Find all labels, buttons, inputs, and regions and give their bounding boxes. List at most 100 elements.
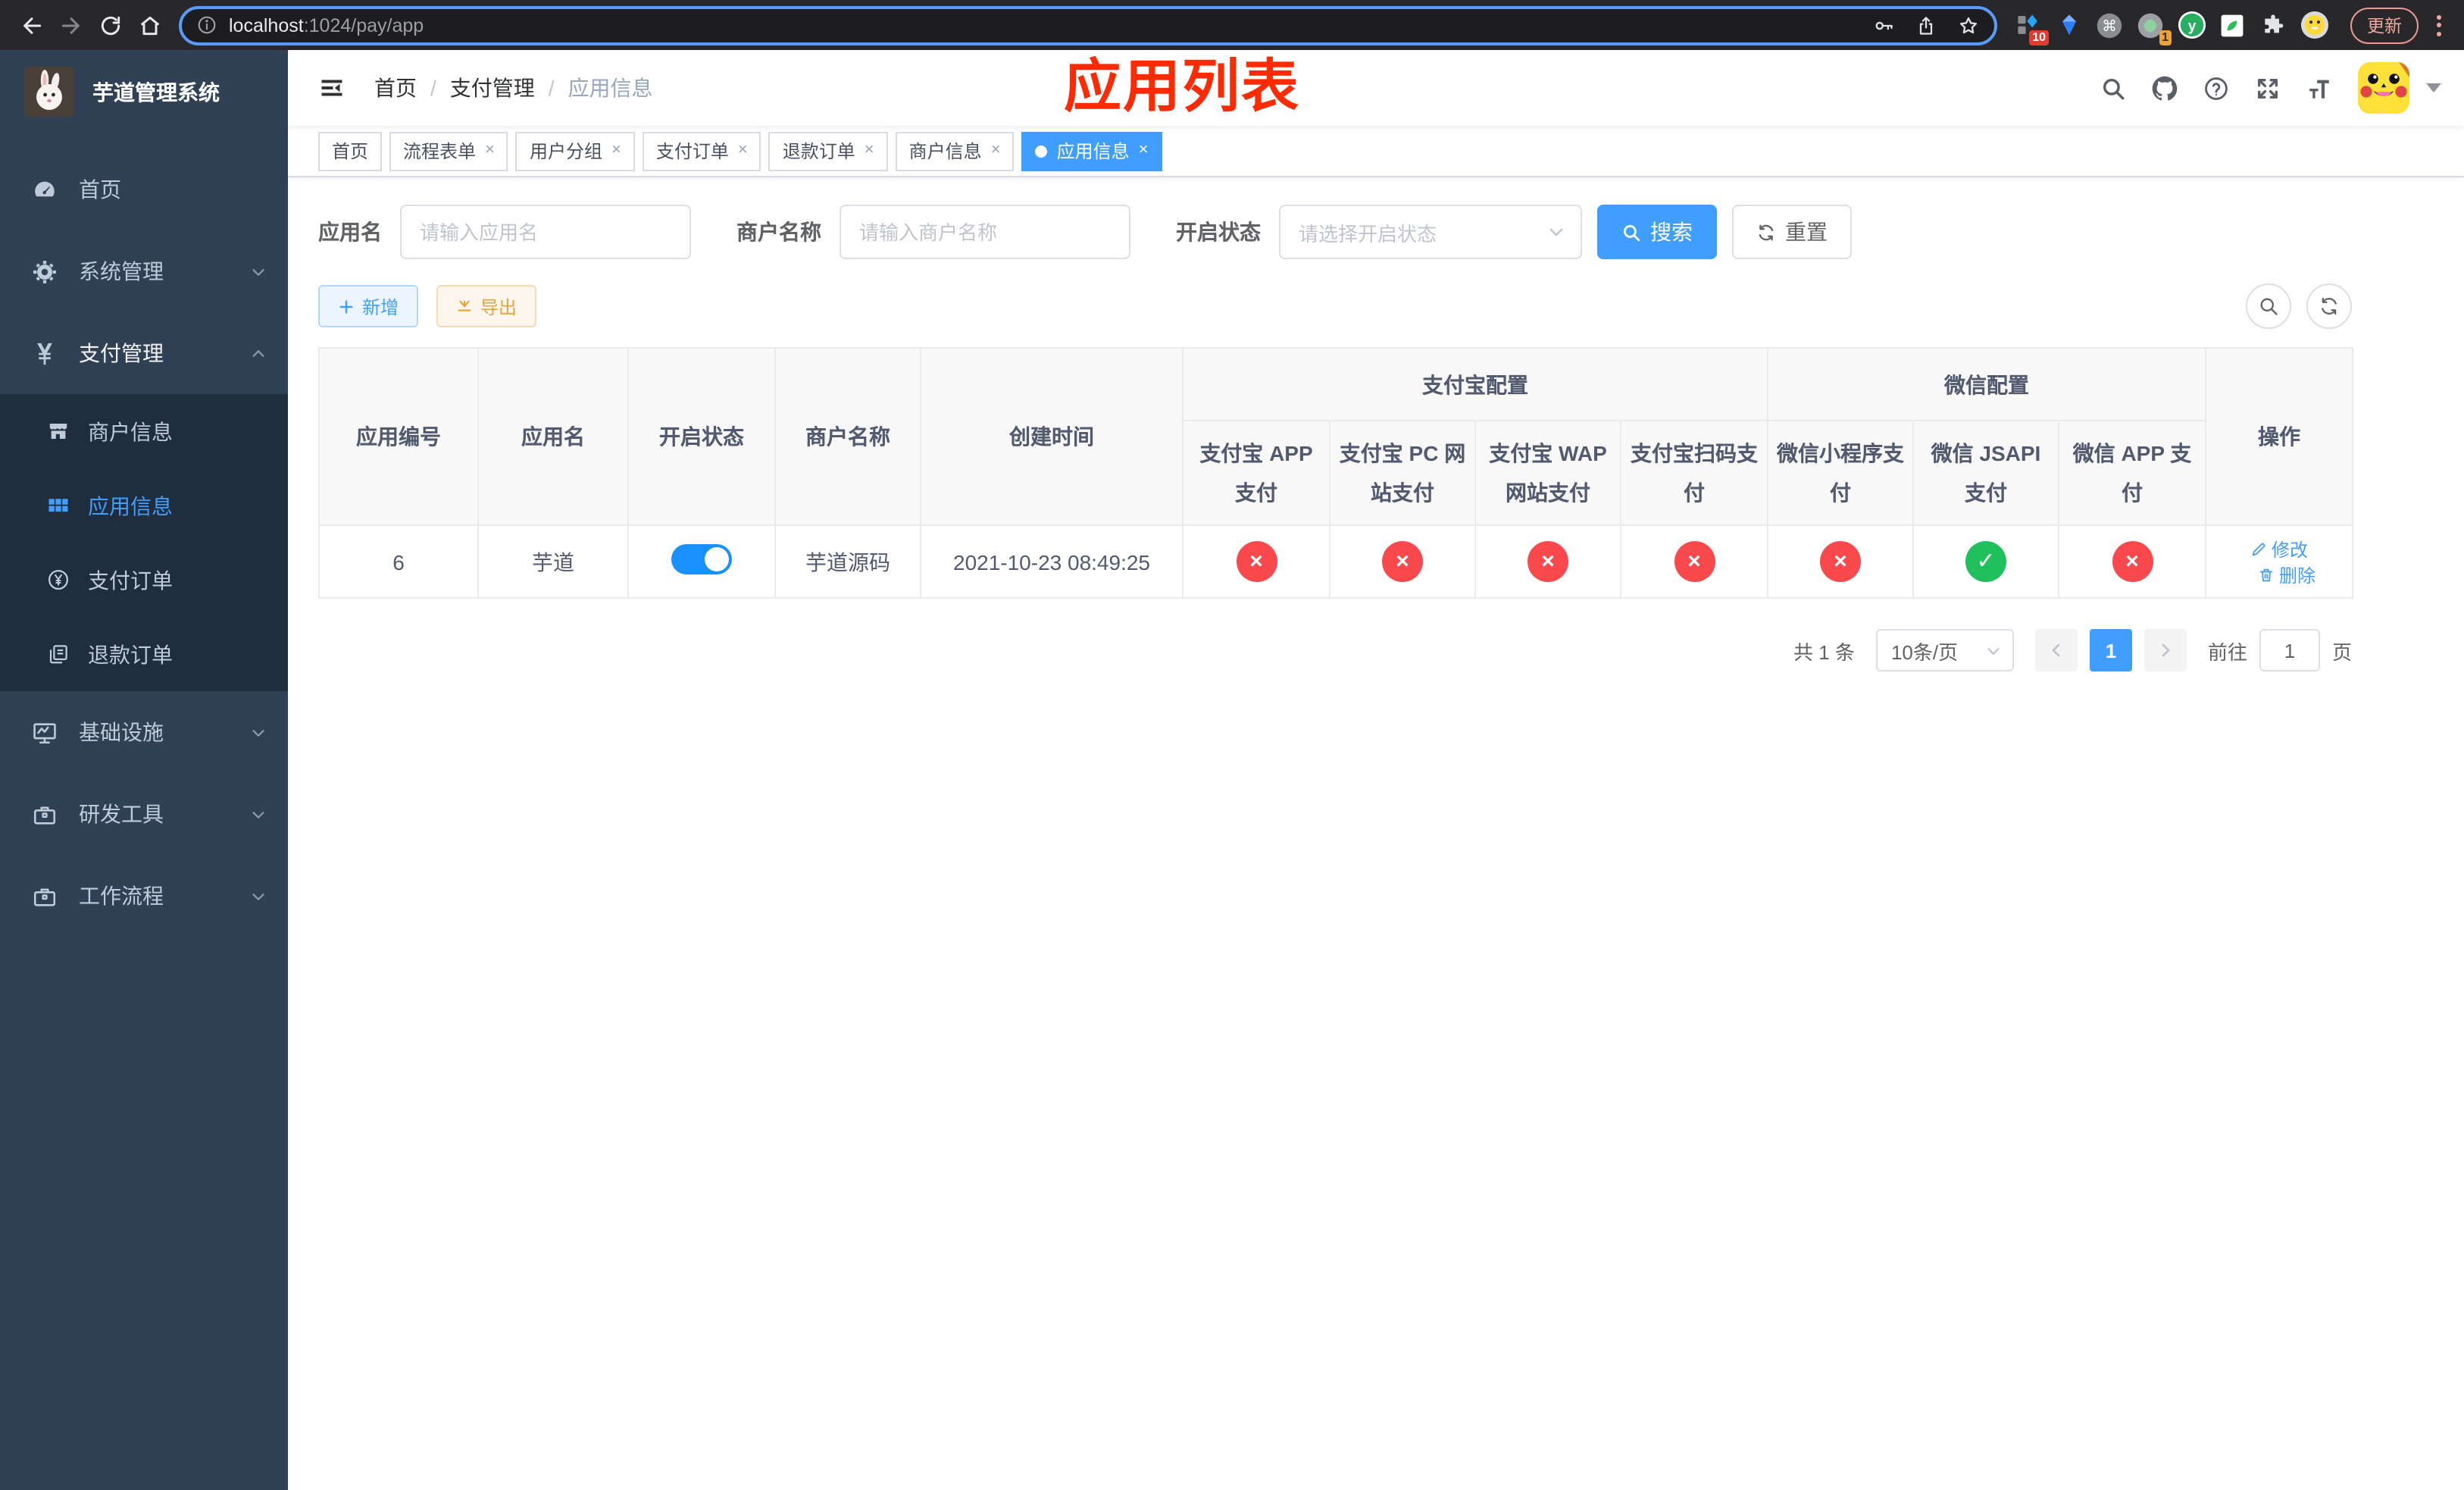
page-size-select[interactable]: 10条/页 [1875,629,2014,671]
export-button[interactable]: 导出 [436,285,537,327]
user-avatar[interactable] [2358,62,2409,114]
tag-refund-order[interactable]: 退款订单 × [768,131,888,171]
edit-pencil-icon [2252,542,2265,556]
extension-icon-6[interactable] [2217,10,2247,40]
chevron-down-icon [1547,223,1565,241]
add-button[interactable]: 新增 [318,285,419,327]
sidebar-item-devtools[interactable]: 研发工具 [0,773,288,855]
sidebar-item-refund-order[interactable]: 退款订单 [0,617,288,691]
show-search-toggle-button[interactable] [2246,283,2291,329]
tag-process-form[interactable]: 流程表单 × [389,131,508,171]
cell-create-time: 2021-10-23 08:49:25 [920,524,1184,599]
chrome-update-button[interactable]: 更新 [2350,7,2419,43]
fullscreen-icon[interactable] [2255,75,2281,101]
sidebar-item-home[interactable]: 首页 [0,149,288,230]
extension-icon-4[interactable]: 1 [2135,10,2172,45]
tag-pay-order[interactable]: 支付订单 × [642,131,761,171]
browser-back-icon[interactable] [12,5,52,45]
share-icon[interactable] [1915,14,1937,36]
col-status: 开启状态 [627,347,776,526]
page-content: 应用名 商户名称 开启状态 请选择开启状态 [288,177,2464,671]
bookmark-star-icon[interactable] [1958,14,1979,36]
breadcrumb-home[interactable]: 首页 [374,73,417,103]
app-name-input[interactable] [400,205,691,259]
sidebar-item-merchant-info[interactable]: 商户信息 [0,394,288,468]
prev-page-button[interactable] [2034,629,2078,671]
extension-icon-5[interactable]: y [2176,10,2206,40]
header-search-icon[interactable] [2100,75,2126,101]
sidebar-item-infra[interactable]: 基础设施 [0,691,288,773]
table-row: 6 芋道 芋道源码 2021-10-23 08:49:25 × × × × × … [318,524,2354,599]
app-title: 芋道管理系统 [92,80,220,104]
cell-alipay-wap: × [1474,524,1621,599]
config-status-icon: × [1820,541,1861,582]
col-wx-jsapi: 微信 JSAPI 支付 [1912,420,2059,526]
merchant-name-input[interactable] [840,205,1130,259]
status-toggle[interactable] [671,544,732,574]
tag-app-info[interactable]: 应用信息 × [1021,131,1162,171]
tag-home[interactable]: 首页 [318,131,383,171]
github-icon[interactable] [2152,75,2178,101]
app-logo-row[interactable]: 芋道管理系统 [0,50,288,133]
tag-user-group[interactable]: 用户分组 × [515,131,635,171]
refresh-table-button[interactable] [2306,283,2352,329]
goto-page-input[interactable] [2259,629,2320,671]
extension-icon-1[interactable]: 10 [2012,10,2049,45]
cell-status [627,524,776,599]
status-select[interactable]: 请选择开启状态 [1279,205,1582,259]
app-table: 应用编号 应用名 开启状态 商户名称 创建时间 支付宝配置 微信配置 操作 支付… [318,347,2354,599]
url-bar[interactable]: localhost:1024/pay/app [179,5,1997,45]
toolbox-icon [30,882,58,909]
avatar-caret-icon[interactable] [2426,83,2441,92]
col-merchant: 商户名称 [774,347,921,526]
browser-forward-icon[interactable] [52,5,91,45]
reset-button[interactable]: 重置 [1732,205,1852,259]
tag-close-icon[interactable]: × [991,142,1001,159]
chevron-down-icon [250,724,267,740]
next-page-button[interactable] [2143,629,2187,671]
sidebar-item-workflow[interactable]: 工作流程 [0,855,288,937]
chevron-down-icon [250,887,267,904]
svg-text:⌘: ⌘ [2102,17,2117,34]
delete-link[interactable]: 删除 [2258,562,2315,587]
site-info-icon[interactable] [197,15,217,35]
tag-close-icon[interactable]: × [611,142,621,159]
extension-badge: 1 [2159,30,2172,45]
help-icon[interactable] [2203,75,2229,101]
sidebar-item-payment[interactable]: 支付管理 [0,312,288,394]
chevron-right-icon [2162,643,2170,657]
tag-close-icon[interactable]: × [738,142,748,159]
extensions-puzzle-icon[interactable] [2258,10,2288,40]
extension-icon-2[interactable] [2053,10,2084,40]
browser-menu-icon[interactable] [2428,14,2449,36]
col-app-id: 应用编号 [318,347,479,526]
page-number-1[interactable]: 1 [2089,629,2132,671]
page-unit-label: 页 [2331,640,2352,663]
sidebar-menu: 首页 系统管理 支付管理 商户信息 应用信息 支付订单 退款订单 基础设施 研发… [0,149,288,937]
breadcrumb-payment[interactable]: 支付管理 [450,73,535,103]
tag-merchant-info[interactable]: 商户信息 × [895,131,1015,171]
cell-actions: 修改 删除 [2205,524,2354,599]
yen-circle-icon [45,568,70,592]
cell-alipay-app: × [1182,524,1330,599]
profile-emoji-icon[interactable] [2299,10,2329,40]
tag-close-icon[interactable]: × [485,142,495,159]
tag-close-icon[interactable]: × [1139,142,1149,159]
edit-link[interactable]: 修改 [2250,536,2308,562]
breadcrumb-current: 应用信息 [568,76,653,100]
sidebar-item-pay-order[interactable]: 支付订单 [0,543,288,617]
search-button[interactable]: 搜索 [1597,205,1717,259]
font-size-icon[interactable] [2306,75,2332,101]
sidebar-item-app-info[interactable]: 应用信息 [0,468,288,543]
url-text[interactable]: localhost:1024/pay/app [229,14,1873,36]
sidebar-item-system[interactable]: 系统管理 [0,230,288,312]
col-alipay-pc: 支付宝 PC 网站支付 [1329,420,1476,526]
password-key-icon[interactable] [1873,14,1894,36]
extension-icon-3[interactable]: ⌘ [2094,10,2125,40]
config-status-icon: × [1527,541,1568,582]
browser-home-icon[interactable] [130,5,170,45]
browser-reload-icon[interactable] [91,5,130,45]
sidebar-collapse-icon[interactable] [311,74,353,102]
cell-alipay-qr: × [1620,524,1768,599]
tag-close-icon[interactable]: × [865,142,874,159]
